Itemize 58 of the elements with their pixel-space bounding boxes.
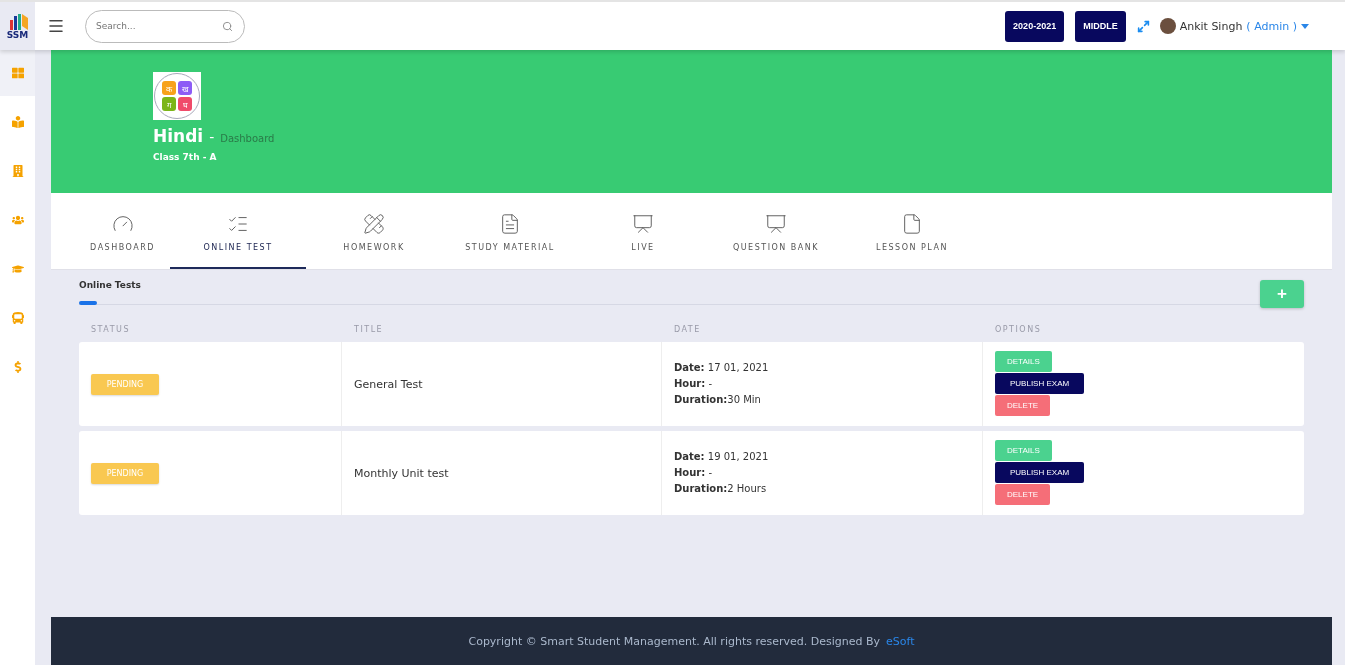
column-header: TITLE	[353, 324, 385, 336]
level-button[interactable]: MIDDLE	[1075, 10, 1126, 42]
session-button[interactable]: 2020-2021	[1005, 10, 1065, 42]
presentation-board-icon	[765, 213, 787, 235]
tab[interactable]: LESSON PLAN	[844, 193, 980, 269]
reader-icon	[11, 116, 24, 128]
logo-text: SSM	[6, 30, 29, 40]
date-detail: Date: 19 01, 2021	[674, 450, 770, 464]
letter-tile: ग	[162, 97, 176, 111]
date-detail: Hour: -	[674, 377, 714, 391]
status-badge: PENDING	[91, 373, 159, 395]
breadcrumb: Dashboard	[220, 133, 275, 144]
publish-button[interactable]: PUBLISH EXAM	[995, 373, 1085, 394]
tab[interactable]: STUDY MATERIAL	[442, 193, 578, 269]
subject-name: Hindi	[153, 126, 204, 146]
letter-tile: घ	[178, 97, 192, 111]
search-icon	[222, 20, 233, 32]
title-accent	[79, 301, 97, 305]
building-icon	[11, 165, 24, 177]
tab[interactable]: DASHBOARD	[75, 193, 170, 269]
tab[interactable]: LIVE	[578, 193, 708, 269]
pencil-ruler-icon	[363, 213, 385, 235]
date-detail: Duration:2 Hours	[674, 482, 768, 496]
column-header: DATE	[673, 324, 702, 336]
date-detail: Hour: -	[674, 466, 714, 480]
fullscreen-icon[interactable]	[1136, 19, 1150, 33]
user-role: ( Admin )	[1246, 19, 1297, 33]
graduation-cap-icon	[11, 263, 24, 275]
letter-tile: ख	[178, 81, 192, 95]
dashboard-icon	[11, 67, 24, 79]
sidebar-item[interactable]	[0, 50, 35, 96]
search-field[interactable]: Search...	[85, 9, 245, 43]
status-badge: PENDING	[91, 462, 159, 484]
user-name: Ankit Singh	[1179, 19, 1243, 33]
tab[interactable]: QUESTION BANK	[708, 193, 844, 269]
users-icon	[11, 214, 24, 226]
test-title: Monthly Unit test	[354, 466, 450, 480]
menu-button[interactable]	[47, 17, 65, 35]
designer-link[interactable]: eSoft	[886, 634, 915, 648]
section-title: Online Tests	[79, 280, 141, 290]
tab[interactable]: HOMEWORK	[306, 193, 442, 269]
document-icon	[901, 213, 923, 235]
publish-button[interactable]: PUBLISH EXAM	[995, 462, 1085, 483]
column-header: STATUS	[90, 324, 131, 336]
class-label: Class 7th - A	[153, 152, 218, 162]
copyright-text: Copyright © Smart Student Management. All rights reserved. Designed By	[468, 634, 881, 648]
presentation-board-icon	[632, 213, 654, 235]
document-icon	[499, 213, 521, 235]
column-header: OPTIONS	[994, 324, 1043, 336]
caret-icon[interactable]	[1301, 23, 1309, 29]
test-title: General Test	[354, 377, 424, 391]
separator: -	[209, 129, 215, 145]
letter-tile: क	[162, 81, 176, 95]
date-detail: Duration:30 Min	[674, 393, 762, 407]
date-detail: Date: 17 01, 2021	[674, 361, 770, 375]
tab[interactable]: ONLINE TEST	[170, 193, 306, 269]
bus-icon	[11, 312, 24, 324]
avatar	[1159, 18, 1176, 34]
